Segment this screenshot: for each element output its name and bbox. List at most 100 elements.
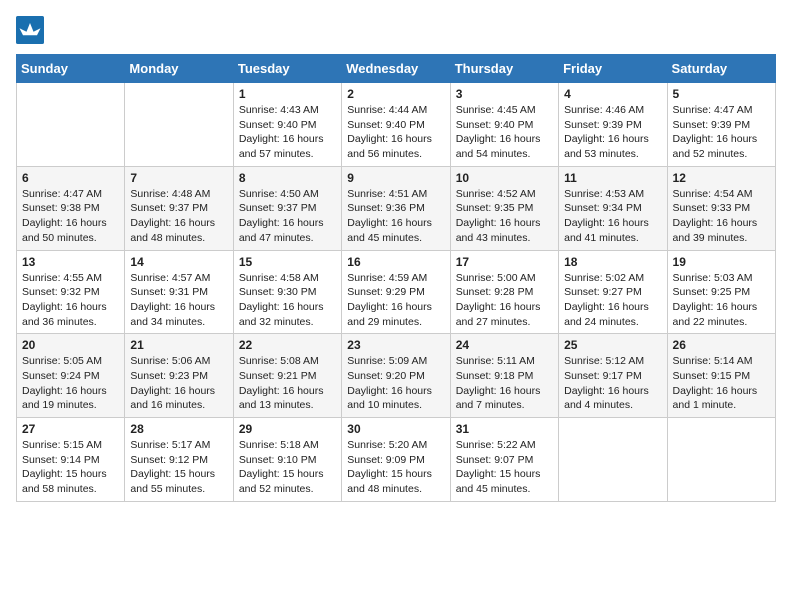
calendar-cell: 7 Sunrise: 4:48 AM Sunset: 9:37 PM Daylig… [125, 166, 233, 250]
day-number: 9 [347, 171, 444, 185]
day-number: 17 [456, 255, 553, 269]
day-number: 5 [673, 87, 770, 101]
day-detail: Sunrise: 4:47 AM Sunset: 9:38 PM Dayligh… [22, 187, 119, 246]
day-number: 25 [564, 338, 661, 352]
day-detail: Sunrise: 4:48 AM Sunset: 9:37 PM Dayligh… [130, 187, 227, 246]
day-number: 18 [564, 255, 661, 269]
calendar-week-1: 1 Sunrise: 4:43 AM Sunset: 9:40 PM Daylig… [17, 83, 776, 167]
day-detail: Sunrise: 4:55 AM Sunset: 9:32 PM Dayligh… [22, 271, 119, 330]
calendar-cell: 28 Sunrise: 5:17 AM Sunset: 9:12 PM Dayli… [125, 418, 233, 502]
calendar-cell: 18 Sunrise: 5:02 AM Sunset: 9:27 PM Dayli… [559, 250, 667, 334]
day-header-saturday: Saturday [667, 55, 775, 83]
day-header-wednesday: Wednesday [342, 55, 450, 83]
calendar-cell: 13 Sunrise: 4:55 AM Sunset: 9:32 PM Dayli… [17, 250, 125, 334]
day-number: 21 [130, 338, 227, 352]
day-detail: Sunrise: 5:15 AM Sunset: 9:14 PM Dayligh… [22, 438, 119, 497]
calendar-table: SundayMondayTuesdayWednesdayThursdayFrid… [16, 54, 776, 502]
day-number: 23 [347, 338, 444, 352]
day-detail: Sunrise: 5:20 AM Sunset: 9:09 PM Dayligh… [347, 438, 444, 497]
calendar-cell: 21 Sunrise: 5:06 AM Sunset: 9:23 PM Dayli… [125, 334, 233, 418]
calendar-cell [667, 418, 775, 502]
calendar-cell: 19 Sunrise: 5:03 AM Sunset: 9:25 PM Dayli… [667, 250, 775, 334]
calendar-week-2: 6 Sunrise: 4:47 AM Sunset: 9:38 PM Daylig… [17, 166, 776, 250]
day-number: 29 [239, 422, 336, 436]
day-detail: Sunrise: 5:12 AM Sunset: 9:17 PM Dayligh… [564, 354, 661, 413]
day-detail: Sunrise: 4:59 AM Sunset: 9:29 PM Dayligh… [347, 271, 444, 330]
day-detail: Sunrise: 5:02 AM Sunset: 9:27 PM Dayligh… [564, 271, 661, 330]
day-header-friday: Friday [559, 55, 667, 83]
day-detail: Sunrise: 4:54 AM Sunset: 9:33 PM Dayligh… [673, 187, 770, 246]
page-header [16, 16, 776, 44]
day-number: 16 [347, 255, 444, 269]
day-number: 22 [239, 338, 336, 352]
day-number: 30 [347, 422, 444, 436]
calendar-cell: 22 Sunrise: 5:08 AM Sunset: 9:21 PM Dayli… [233, 334, 341, 418]
day-detail: Sunrise: 4:45 AM Sunset: 9:40 PM Dayligh… [456, 103, 553, 162]
day-number: 31 [456, 422, 553, 436]
calendar-cell [125, 83, 233, 167]
day-detail: Sunrise: 4:51 AM Sunset: 9:36 PM Dayligh… [347, 187, 444, 246]
day-header-sunday: Sunday [17, 55, 125, 83]
day-detail: Sunrise: 4:58 AM Sunset: 9:30 PM Dayligh… [239, 271, 336, 330]
calendar-cell: 24 Sunrise: 5:11 AM Sunset: 9:18 PM Dayli… [450, 334, 558, 418]
day-detail: Sunrise: 5:17 AM Sunset: 9:12 PM Dayligh… [130, 438, 227, 497]
day-detail: Sunrise: 4:44 AM Sunset: 9:40 PM Dayligh… [347, 103, 444, 162]
day-detail: Sunrise: 5:09 AM Sunset: 9:20 PM Dayligh… [347, 354, 444, 413]
logo [16, 16, 48, 44]
calendar-cell: 8Sunrise: 4:50 AM Sunset: 9:37 PM Daylig… [233, 166, 341, 250]
calendar-cell: 20 Sunrise: 5:05 AM Sunset: 9:24 PM Dayli… [17, 334, 125, 418]
day-detail: Sunrise: 5:08 AM Sunset: 9:21 PM Dayligh… [239, 354, 336, 413]
calendar-cell: 17Sunrise: 5:00 AM Sunset: 9:28 PM Dayli… [450, 250, 558, 334]
calendar-cell: 4 Sunrise: 4:46 AM Sunset: 9:39 PM Daylig… [559, 83, 667, 167]
day-detail: Sunrise: 4:43 AM Sunset: 9:40 PM Dayligh… [239, 103, 336, 162]
day-header-monday: Monday [125, 55, 233, 83]
day-detail: Sunrise: 4:47 AM Sunset: 9:39 PM Dayligh… [673, 103, 770, 162]
day-number: 11 [564, 171, 661, 185]
day-number: 19 [673, 255, 770, 269]
calendar-cell: 1 Sunrise: 4:43 AM Sunset: 9:40 PM Daylig… [233, 83, 341, 167]
day-number: 3 [456, 87, 553, 101]
calendar-cell: 2 Sunrise: 4:44 AM Sunset: 9:40 PM Daylig… [342, 83, 450, 167]
day-number: 24 [456, 338, 553, 352]
calendar-week-3: 13 Sunrise: 4:55 AM Sunset: 9:32 PM Dayli… [17, 250, 776, 334]
day-number: 15 [239, 255, 336, 269]
day-detail: Sunrise: 4:50 AM Sunset: 9:37 PM Dayligh… [239, 187, 336, 246]
day-number: 20 [22, 338, 119, 352]
calendar-cell: 15 Sunrise: 4:58 AM Sunset: 9:30 PM Dayli… [233, 250, 341, 334]
day-number: 28 [130, 422, 227, 436]
day-detail: Sunrise: 4:52 AM Sunset: 9:35 PM Dayligh… [456, 187, 553, 246]
day-number: 6 [22, 171, 119, 185]
calendar-cell: 10Sunrise: 4:52 AM Sunset: 9:35 PM Dayli… [450, 166, 558, 250]
day-number: 14 [130, 255, 227, 269]
calendar-cell: 3 Sunrise: 4:45 AM Sunset: 9:40 PM Daylig… [450, 83, 558, 167]
calendar-cell: 6 Sunrise: 4:47 AM Sunset: 9:38 PM Daylig… [17, 166, 125, 250]
calendar-cell: 30 Sunrise: 5:20 AM Sunset: 9:09 PM Dayli… [342, 418, 450, 502]
day-detail: Sunrise: 5:14 AM Sunset: 9:15 PM Dayligh… [673, 354, 770, 413]
day-detail: Sunrise: 5:06 AM Sunset: 9:23 PM Dayligh… [130, 354, 227, 413]
calendar-week-4: 20 Sunrise: 5:05 AM Sunset: 9:24 PM Dayli… [17, 334, 776, 418]
day-detail: Sunrise: 4:46 AM Sunset: 9:39 PM Dayligh… [564, 103, 661, 162]
day-detail: Sunrise: 5:18 AM Sunset: 9:10 PM Dayligh… [239, 438, 336, 497]
day-number: 13 [22, 255, 119, 269]
day-number: 2 [347, 87, 444, 101]
day-number: 12 [673, 171, 770, 185]
calendar-cell: 9 Sunrise: 4:51 AM Sunset: 9:36 PM Daylig… [342, 166, 450, 250]
logo-icon [16, 16, 44, 44]
day-detail: Sunrise: 5:22 AM Sunset: 9:07 PM Dayligh… [456, 438, 553, 497]
day-detail: Sunrise: 4:53 AM Sunset: 9:34 PM Dayligh… [564, 187, 661, 246]
day-number: 4 [564, 87, 661, 101]
calendar-cell: 31 Sunrise: 5:22 AM Sunset: 9:07 PM Dayli… [450, 418, 558, 502]
day-detail: Sunrise: 5:11 AM Sunset: 9:18 PM Dayligh… [456, 354, 553, 413]
calendar-cell: 25 Sunrise: 5:12 AM Sunset: 9:17 PM Dayli… [559, 334, 667, 418]
day-number: 7 [130, 171, 227, 185]
day-number: 1 [239, 87, 336, 101]
calendar-cell: 23 Sunrise: 5:09 AM Sunset: 9:20 PM Dayli… [342, 334, 450, 418]
day-detail: Sunrise: 4:57 AM Sunset: 9:31 PM Dayligh… [130, 271, 227, 330]
calendar-cell: 5 Sunrise: 4:47 AM Sunset: 9:39 PM Daylig… [667, 83, 775, 167]
day-detail: Sunrise: 5:05 AM Sunset: 9:24 PM Dayligh… [22, 354, 119, 413]
calendar-cell: 12 Sunrise: 4:54 AM Sunset: 9:33 PM Dayli… [667, 166, 775, 250]
day-detail: Sunrise: 5:03 AM Sunset: 9:25 PM Dayligh… [673, 271, 770, 330]
calendar-cell: 29 Sunrise: 5:18 AM Sunset: 9:10 PM Dayli… [233, 418, 341, 502]
day-header-thursday: Thursday [450, 55, 558, 83]
day-number: 26 [673, 338, 770, 352]
